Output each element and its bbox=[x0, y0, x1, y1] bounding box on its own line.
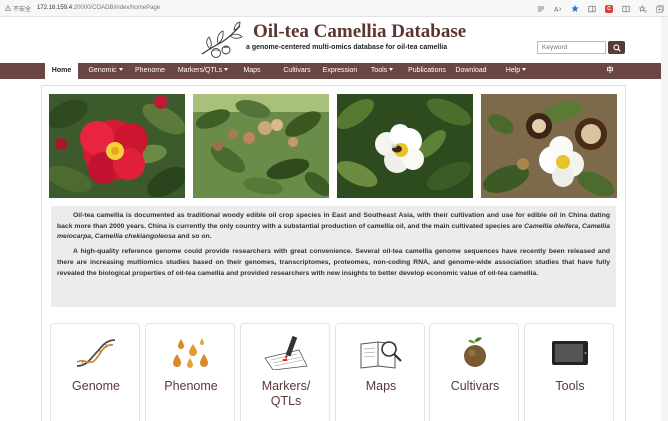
nav-phenome[interactable]: Phenome bbox=[130, 63, 170, 79]
intro-paragraph-1: Oil-tea camellia is documented as tradit… bbox=[57, 211, 610, 243]
nav-help-label: Help bbox=[505, 67, 521, 74]
sidebar-icon[interactable] bbox=[588, 5, 596, 13]
intro-paragraph-2: A high-quality reference genome could pr… bbox=[57, 248, 610, 277]
caret-down-icon bbox=[118, 68, 123, 71]
read-aloud-icon[interactable]: A bbox=[554, 5, 562, 13]
nav-help[interactable]: Help bbox=[502, 63, 530, 79]
card-maps[interactable]: Maps bbox=[335, 323, 425, 421]
nav-tools[interactable]: Tools bbox=[367, 63, 397, 79]
nav-markers-qtls[interactable]: Markers/QTLs bbox=[173, 63, 233, 79]
camellia-branch-logo bbox=[201, 21, 243, 58]
site-header: Oil-tea Camellia Database a genome-cente… bbox=[0, 17, 668, 62]
security-warning[interactable]: 不安全 bbox=[5, 4, 31, 13]
nav-cultivars[interactable]: Cultivars bbox=[278, 63, 316, 79]
species-name: Camellia chekiangoleosa bbox=[94, 233, 176, 241]
card-phenome-label: Phenome bbox=[164, 379, 218, 393]
tablet-icon bbox=[552, 341, 588, 365]
nav-markers-label: Markers/QTLs bbox=[177, 67, 223, 74]
main-nav: Home Genomic Phenome Markers/QTLs Maps C… bbox=[0, 63, 668, 79]
caret-down-icon bbox=[224, 68, 229, 71]
nav-genomic[interactable]: Genomic bbox=[83, 63, 128, 79]
browser-address-bar: 不安全 172.16.159.4:20000/COADB/index/homeP… bbox=[0, 0, 668, 17]
book-magnifier-icon bbox=[360, 341, 402, 369]
nav-expression-label: Expression bbox=[322, 67, 358, 74]
collections-icon[interactable] bbox=[656, 5, 664, 13]
page-scrollbar[interactable] bbox=[661, 17, 668, 421]
intro-text-box: Oil-tea camellia is documented as tradit… bbox=[51, 206, 616, 307]
card-tools[interactable]: Tools bbox=[524, 323, 614, 421]
camellia-fruit-tree-photo bbox=[193, 94, 329, 198]
oil-drops-icon bbox=[173, 338, 208, 368]
nav-publications[interactable]: Publications bbox=[404, 63, 450, 79]
search-icon bbox=[612, 43, 621, 52]
card-genome[interactable]: Genome bbox=[50, 323, 140, 421]
nav-phenome-label: Phenome bbox=[135, 67, 165, 74]
nav-cultivars-label: Cultivars bbox=[283, 67, 311, 74]
camellia-fruit-icon bbox=[464, 337, 486, 367]
intro-p1-end: and so on. bbox=[175, 233, 212, 241]
card-maps-label: Maps bbox=[365, 379, 397, 393]
split-screen-icon[interactable] bbox=[622, 5, 630, 13]
dna-icon bbox=[76, 339, 116, 367]
security-label: 不安全 bbox=[13, 6, 32, 13]
card-cultivars[interactable]: Cultivars bbox=[429, 323, 519, 421]
card-markers-qtls-label: Markers/ QTLs bbox=[261, 379, 311, 408]
nav-language-toggle[interactable]: 中 bbox=[603, 63, 617, 79]
nav-home[interactable]: Home bbox=[45, 63, 78, 79]
nav-tools-label: Tools bbox=[370, 67, 388, 74]
camellia-red-flower-photo bbox=[49, 94, 185, 198]
nav-maps-label: Maps bbox=[243, 67, 261, 74]
nav-home-label: Home bbox=[51, 67, 72, 74]
url-field[interactable]: 172.16.159.4:20000/COADB/index/homePage bbox=[37, 5, 160, 11]
card-cultivars-label: Cultivars bbox=[450, 379, 500, 393]
warning-icon bbox=[5, 5, 11, 11]
nav-publications-label: Publications bbox=[408, 67, 446, 74]
card-genome-label: Genome bbox=[72, 379, 120, 393]
nav-maps[interactable]: Maps bbox=[238, 63, 266, 79]
marker-pen-icon bbox=[264, 336, 308, 370]
url-host: 172.16.159.4 bbox=[37, 5, 73, 11]
url-path: :20000/COADB/index/homePage bbox=[72, 5, 161, 11]
nav-language-label: 中 bbox=[606, 67, 614, 74]
extension-icon[interactable]: C bbox=[605, 4, 613, 13]
caret-down-icon bbox=[389, 68, 394, 71]
caret-down-icon bbox=[522, 68, 527, 71]
card-phenome[interactable]: Phenome bbox=[145, 323, 235, 421]
reader-icon[interactable] bbox=[537, 5, 545, 13]
favorite-star-icon[interactable] bbox=[571, 4, 579, 13]
svg-text:A: A bbox=[554, 5, 559, 13]
camellia-white-flower-bee-photo bbox=[337, 94, 473, 198]
camellia-open-fruit-flower-photo bbox=[481, 94, 617, 198]
nav-genomic-label: Genomic bbox=[88, 67, 117, 74]
nav-expression[interactable]: Expression bbox=[319, 63, 361, 79]
card-tools-label: Tools bbox=[555, 379, 585, 393]
favorites-icon[interactable] bbox=[639, 4, 647, 13]
search-button[interactable] bbox=[608, 41, 625, 54]
card-markers-qtls[interactable]: Markers/ QTLs bbox=[240, 323, 330, 421]
nav-download[interactable]: Download bbox=[452, 63, 490, 79]
species-name: Camellia oleifera bbox=[524, 222, 579, 230]
site-title: Oil-tea Camellia Database bbox=[253, 21, 467, 42]
site-subtitle: a genome-centered multi-omics database f… bbox=[246, 44, 448, 51]
nav-download-label: Download bbox=[455, 67, 487, 74]
search-input[interactable] bbox=[537, 41, 606, 54]
